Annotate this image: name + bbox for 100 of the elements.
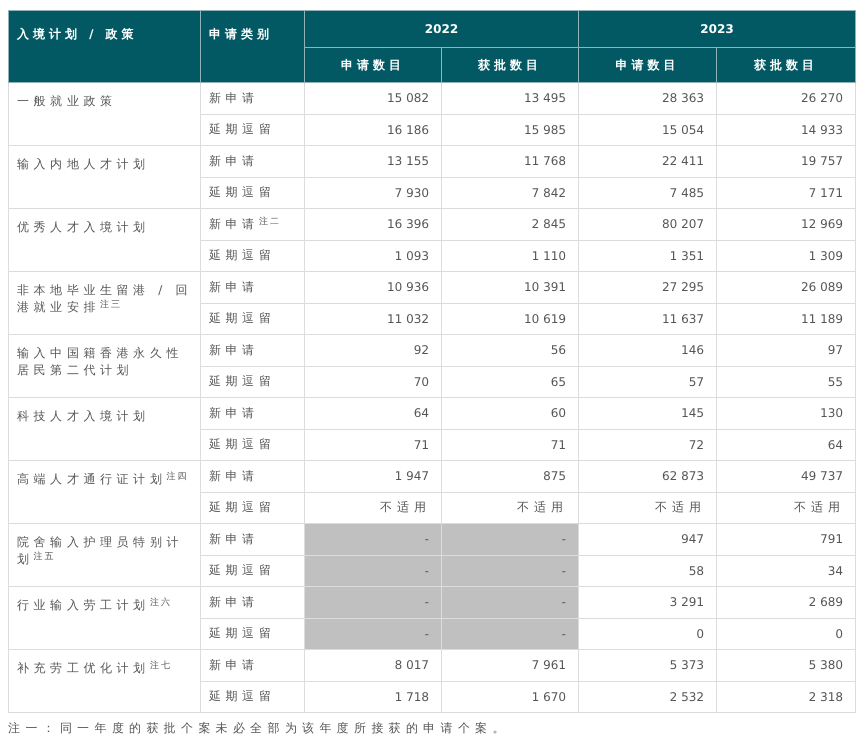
value-cell: 0: [578, 618, 716, 650]
category-cell: 新申请: [200, 398, 304, 429]
value-cell: 5 380: [716, 650, 856, 681]
value-cell: 49 737: [716, 460, 856, 492]
value-cell: 55: [716, 366, 856, 398]
scheme-cell: 补充劳工优化计划$^{注七}$: [8, 650, 200, 712]
value-cell: -: [442, 618, 578, 650]
category-cell: 延期逗留: [200, 429, 304, 460]
column-header: 入境计划 / 政策: [8, 10, 200, 82]
category-cell: 新申请: [200, 82, 304, 114]
value-cell: 70: [304, 366, 442, 398]
value-cell: 71: [442, 429, 578, 460]
value-cell: 64: [716, 429, 856, 460]
category-cell: 新申请: [200, 334, 304, 366]
value-cell: -: [304, 555, 442, 586]
category-cell: 延期逗留: [200, 492, 304, 524]
value-cell: 0: [716, 618, 856, 650]
value-cell: 16 186: [304, 114, 442, 146]
category-cell: 新申请: [200, 146, 304, 177]
category-cell: 延期逗留: [200, 366, 304, 398]
value-cell: 7 961: [442, 650, 578, 681]
value-cell: 15 985: [442, 114, 578, 146]
scheme-cell: 科技人才入境计划: [8, 398, 200, 460]
value-cell: -: [304, 524, 442, 555]
value-cell: 14 933: [716, 114, 856, 146]
value-cell: -: [304, 586, 442, 618]
value-cell: 92: [304, 334, 442, 366]
scheme-cell: 输入内地人才计划: [8, 146, 200, 208]
value-cell: 10 936: [304, 272, 442, 303]
value-cell: 28 363: [578, 82, 716, 114]
category-cell: 延期逗留: [200, 618, 304, 650]
value-cell: 27 295: [578, 272, 716, 303]
value-cell: 13 495: [442, 82, 578, 114]
value-cell: 65: [442, 366, 578, 398]
scheme-cell: 院舍输入护理员特别计划$^{注五}$: [8, 524, 200, 586]
scheme-cell: 非本地毕业生留港 / 回港就业安排$^{注三}$: [8, 272, 200, 334]
value-cell: 7 485: [578, 177, 716, 208]
value-cell: 16 396: [304, 208, 442, 240]
value-cell: 11 637: [578, 303, 716, 334]
value-cell: 1 670: [442, 681, 578, 712]
scheme-cell: 优秀人才入境计划: [8, 208, 200, 272]
value-cell: 26 270: [716, 82, 856, 114]
value-cell: 不适用: [578, 492, 716, 524]
value-cell: 64: [304, 398, 442, 429]
value-cell: 97: [716, 334, 856, 366]
value-cell: 2 689: [716, 586, 856, 618]
value-cell: 1 110: [442, 240, 578, 272]
value-cell: 130: [716, 398, 856, 429]
category-cell: 延期逗留: [200, 114, 304, 146]
column-header: 获批数目: [442, 48, 578, 82]
value-cell: 60: [442, 398, 578, 429]
value-cell: -: [442, 524, 578, 555]
value-cell: -: [304, 618, 442, 650]
value-cell: 7 171: [716, 177, 856, 208]
value-cell: 875: [442, 460, 578, 492]
value-cell: 2 318: [716, 681, 856, 712]
value-cell: 3 291: [578, 586, 716, 618]
value-cell: 72: [578, 429, 716, 460]
value-cell: 58: [578, 555, 716, 586]
scheme-cell: 行业输入劳工计划$^{注六}$: [8, 586, 200, 650]
value-cell: 11 032: [304, 303, 442, 334]
value-cell: 2 845: [442, 208, 578, 240]
year-header: 2023: [578, 10, 856, 48]
value-cell: 19 757: [716, 146, 856, 177]
footnote: 注一：同一年度的获批个案未必全部为该年度所接获的申请个案。: [8, 721, 510, 735]
category-cell: 延期逗留: [200, 177, 304, 208]
value-cell: 15 054: [578, 114, 716, 146]
value-cell: 8 017: [304, 650, 442, 681]
category-cell: 新申请: [200, 272, 304, 303]
value-cell: 947: [578, 524, 716, 555]
column-header: 申请类别: [200, 10, 304, 82]
value-cell: 11 768: [442, 146, 578, 177]
value-cell: -: [442, 555, 578, 586]
year-header: 2022: [304, 10, 578, 48]
value-cell: 62 873: [578, 460, 716, 492]
scheme-cell: 高端人才通行证计划$^{注四}$: [8, 460, 200, 524]
value-cell: 22 411: [578, 146, 716, 177]
value-cell: 145: [578, 398, 716, 429]
value-cell: -: [442, 586, 578, 618]
value-cell: 1 947: [304, 460, 442, 492]
value-cell: 1 309: [716, 240, 856, 272]
scheme-cell: 一般就业政策: [8, 82, 200, 146]
value-cell: 13 155: [304, 146, 442, 177]
column-header: 申请数目: [578, 48, 716, 82]
value-cell: 34: [716, 555, 856, 586]
value-cell: 5 373: [578, 650, 716, 681]
column-header: 申请数目: [304, 48, 442, 82]
value-cell: 12 969: [716, 208, 856, 240]
value-cell: 10 391: [442, 272, 578, 303]
column-header: 获批数目: [716, 48, 856, 82]
scheme-cell: 输入中国籍香港永久性居民第二代计划: [8, 334, 200, 398]
value-cell: 1 718: [304, 681, 442, 712]
category-cell: 新申请$^{注二}$: [200, 208, 304, 240]
value-cell: 57: [578, 366, 716, 398]
value-cell: 56: [442, 334, 578, 366]
value-cell: 146: [578, 334, 716, 366]
value-cell: 7 930: [304, 177, 442, 208]
value-cell: 10 619: [442, 303, 578, 334]
value-cell: 26 089: [716, 272, 856, 303]
value-cell: 791: [716, 524, 856, 555]
